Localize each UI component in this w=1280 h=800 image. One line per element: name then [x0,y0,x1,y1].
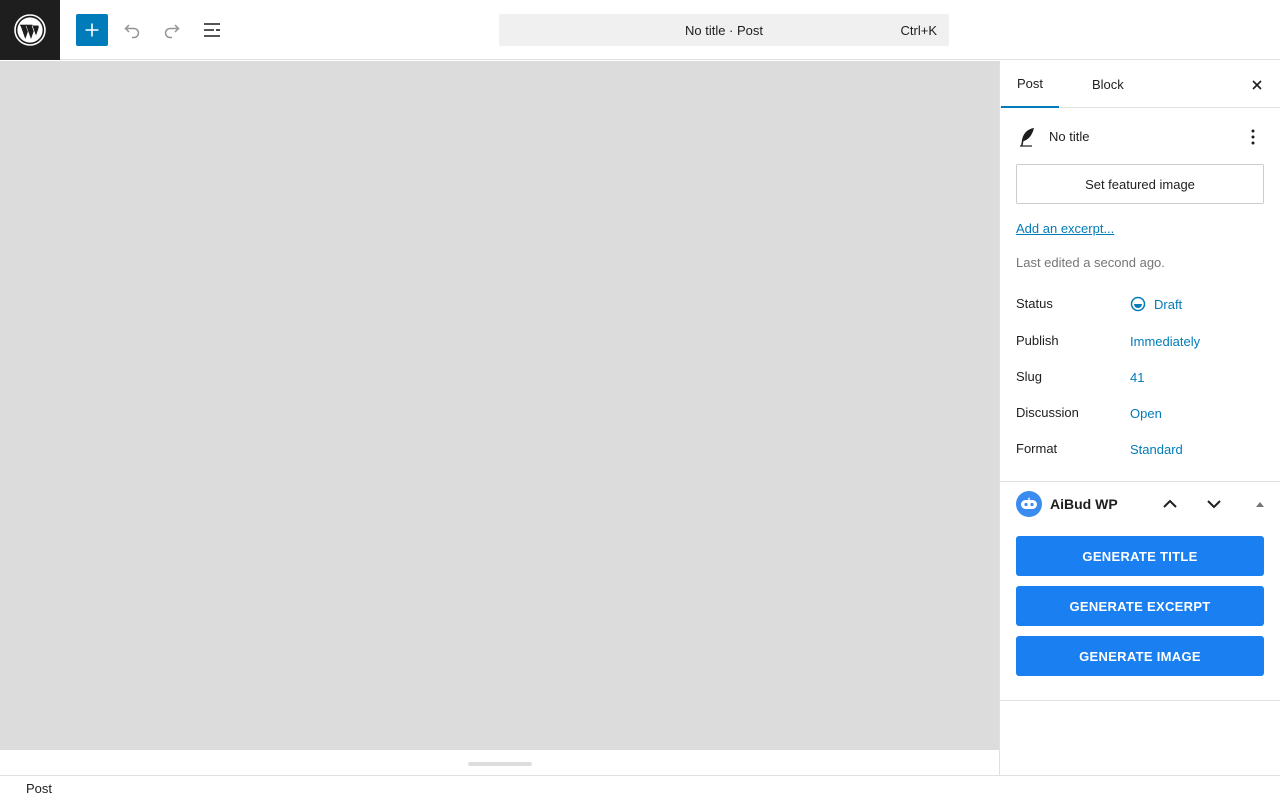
status-value-button[interactable]: Draft [1154,297,1182,312]
redo-icon [164,24,180,39]
aibud-panel-header[interactable]: AiBud WP [1016,490,1273,518]
publish-row: Publish Immediately [1016,329,1265,353]
discussion-label: Discussion [1016,405,1079,420]
editor-footer: Post [0,775,1280,800]
discussion-value-button[interactable]: Open [1130,406,1162,421]
slug-value-button[interactable]: 41 [1130,370,1144,385]
plus-icon [85,23,99,37]
chevron-up-icon [1163,499,1177,508]
discussion-row: Discussion Open [1016,401,1265,425]
panel-divider-bottom [1000,700,1280,701]
document-overview-button[interactable] [196,14,228,46]
document-title: No title · Post [684,22,764,38]
redo-button[interactable] [156,14,188,46]
toggle-panel-button[interactable] [1252,492,1268,516]
move-panel-up-button[interactable] [1158,492,1182,516]
slug-row: Slug 41 [1016,365,1265,389]
resize-handle[interactable] [468,762,532,766]
wordpress-logo-button[interactable] [0,0,60,60]
tab-post[interactable]: Post [1001,61,1060,108]
status-row: Status Draft [1016,292,1265,316]
publish-value-button[interactable]: Immediately [1130,334,1200,349]
post-actions-button[interactable] [1241,125,1265,149]
generate-excerpt-button[interactable]: GENERATE EXCERPT [1016,586,1264,626]
add-block-button[interactable] [76,14,108,46]
publish-label: Publish [1016,333,1059,348]
post-card: No title [1016,125,1265,149]
move-panel-down-button[interactable] [1202,492,1226,516]
sidebar-tabs: Post Block [1000,61,1280,108]
settings-sidebar: Post Block No title Set featured image A… [999,61,1280,775]
undo-button[interactable] [116,14,148,46]
more-vertical-icon [1251,129,1255,145]
close-icon [1252,80,1262,90]
status-label: Status [1016,296,1053,311]
add-excerpt-link[interactable]: Add an excerpt... [1016,221,1114,236]
post-feather-icon [1020,128,1034,147]
generate-image-button[interactable]: GENERATE IMAGE [1016,636,1264,676]
generate-title-button[interactable]: GENERATE TITLE [1016,536,1264,576]
panel-divider [1000,481,1280,482]
editor-header: No title · Post Ctrl+K [0,0,1280,60]
format-value-button[interactable]: Standard [1130,442,1183,457]
undo-icon [124,24,140,39]
caret-up-icon [1256,502,1264,507]
last-edited-text: Last edited a second ago. [1016,255,1165,270]
command-shortcut: Ctrl+K [900,23,937,38]
tab-block[interactable]: Block [1076,61,1140,108]
format-label: Format [1016,441,1058,456]
post-card-title: No title [1049,129,1090,144]
chevron-down-icon [1207,500,1221,509]
breadcrumb-post[interactable]: Post [26,781,52,796]
close-sidebar-button[interactable] [1245,73,1269,97]
command-palette-bar[interactable]: No title · Post Ctrl+K [499,14,949,46]
slug-label: Slug [1016,369,1043,384]
draft-status-icon [1130,296,1146,312]
wordpress-logo-icon [14,14,46,46]
set-featured-image-button[interactable]: Set featured image [1016,164,1264,204]
aibud-panel-title: AiBud WP [1050,496,1118,512]
format-row: Format Standard [1016,437,1265,461]
meta-boxes-resize-area [0,750,999,775]
editor-canvas[interactable] [0,61,999,750]
list-view-icon [204,23,220,37]
aibud-logo-icon [1016,491,1042,517]
